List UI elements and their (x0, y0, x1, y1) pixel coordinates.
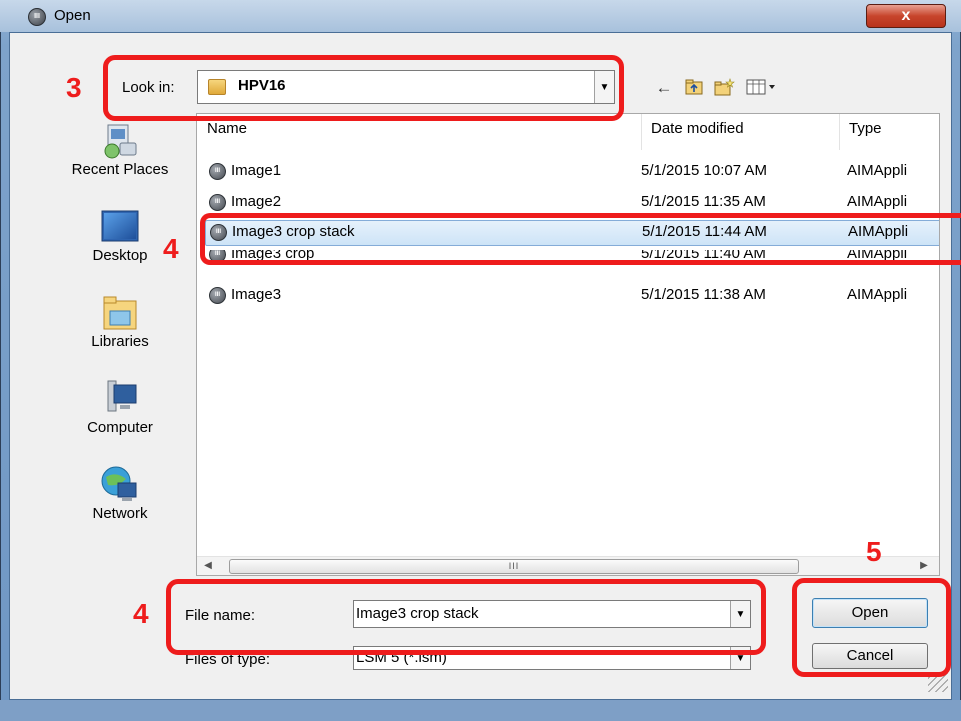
place-label: Network (92, 505, 148, 522)
place-label: Libraries (91, 333, 149, 350)
annotation-box-open-button (792, 578, 951, 677)
close-button[interactable]: x (866, 4, 946, 28)
computer-icon (100, 379, 140, 415)
file-list[interactable]: Name Date modified Type III Image1 5/1/2… (196, 113, 940, 576)
file-date: 5/1/2015 11:38 AM (641, 286, 766, 303)
file-name: Image2 (231, 193, 282, 210)
place-label: Computer (87, 419, 153, 436)
place-recent-places[interactable]: Recent Places (46, 121, 194, 178)
column-header-name[interactable]: Name (207, 120, 247, 137)
file-date: 5/1/2015 10:07 AM (641, 162, 767, 179)
new-folder-icon[interactable] (712, 78, 736, 98)
libraries-icon (100, 293, 140, 330)
aim-file-icon: III (209, 194, 226, 211)
annotation-box-selected-file (200, 213, 961, 265)
back-arrow-icon[interactable]: ← (652, 78, 676, 98)
window-title: Open (54, 7, 91, 24)
place-computer[interactable]: Computer (46, 379, 194, 436)
aim-file-icon: III (209, 287, 226, 304)
view-menu-icon[interactable] (744, 78, 780, 98)
column-header-type[interactable]: Type (849, 120, 882, 137)
up-folder-icon[interactable] (682, 78, 706, 98)
aim-file-icon: III (209, 163, 226, 180)
annotation-box-file-name (166, 579, 766, 655)
title-bar[interactable] (0, 0, 961, 32)
file-name: Image1 (231, 162, 282, 179)
scroll-right-icon[interactable]: ▶ (915, 557, 933, 575)
window-bottom-edge (0, 700, 961, 721)
annotation-box-look-in (103, 55, 624, 121)
file-name: Image3 (231, 286, 282, 303)
file-type: AIMAppli (847, 162, 908, 179)
file-type: AIMAppli (847, 193, 908, 210)
place-network[interactable]: Network (46, 465, 194, 522)
app-icon: III (28, 8, 46, 26)
close-icon: x (901, 7, 911, 24)
file-row[interactable]: III Image2 5/1/2015 11:35 AM AIMAppli (205, 191, 939, 213)
annotation-step-number: 5 (866, 536, 882, 567)
column-divider[interactable] (641, 114, 642, 150)
column-divider[interactable] (839, 114, 840, 150)
network-icon (100, 465, 140, 501)
place-label: Recent Places (71, 161, 169, 178)
horizontal-scrollbar[interactable]: ◀ III ▶ (197, 556, 939, 575)
file-type: AIMAppli (847, 286, 908, 303)
desktop-icon (100, 207, 140, 243)
annotation-step-number: 4 (163, 233, 179, 264)
column-header-date[interactable]: Date modified (651, 120, 744, 137)
file-date: 5/1/2015 11:35 AM (641, 193, 766, 210)
scroll-thumb[interactable]: III (229, 559, 799, 574)
annotation-step-number: 4 (133, 598, 149, 629)
places-bar: Recent Places Desktop Libraries Computer… (46, 113, 194, 576)
file-row[interactable]: III Image3 5/1/2015 11:38 AM AIMAppli (205, 284, 939, 306)
annotation-step-number: 3 (66, 72, 82, 103)
place-libraries[interactable]: Libraries (46, 293, 194, 350)
recent-places-icon (100, 121, 140, 159)
file-row[interactable]: III Image1 5/1/2015 10:07 AM AIMAppli (205, 160, 939, 182)
scroll-left-icon[interactable]: ◀ (199, 557, 217, 575)
